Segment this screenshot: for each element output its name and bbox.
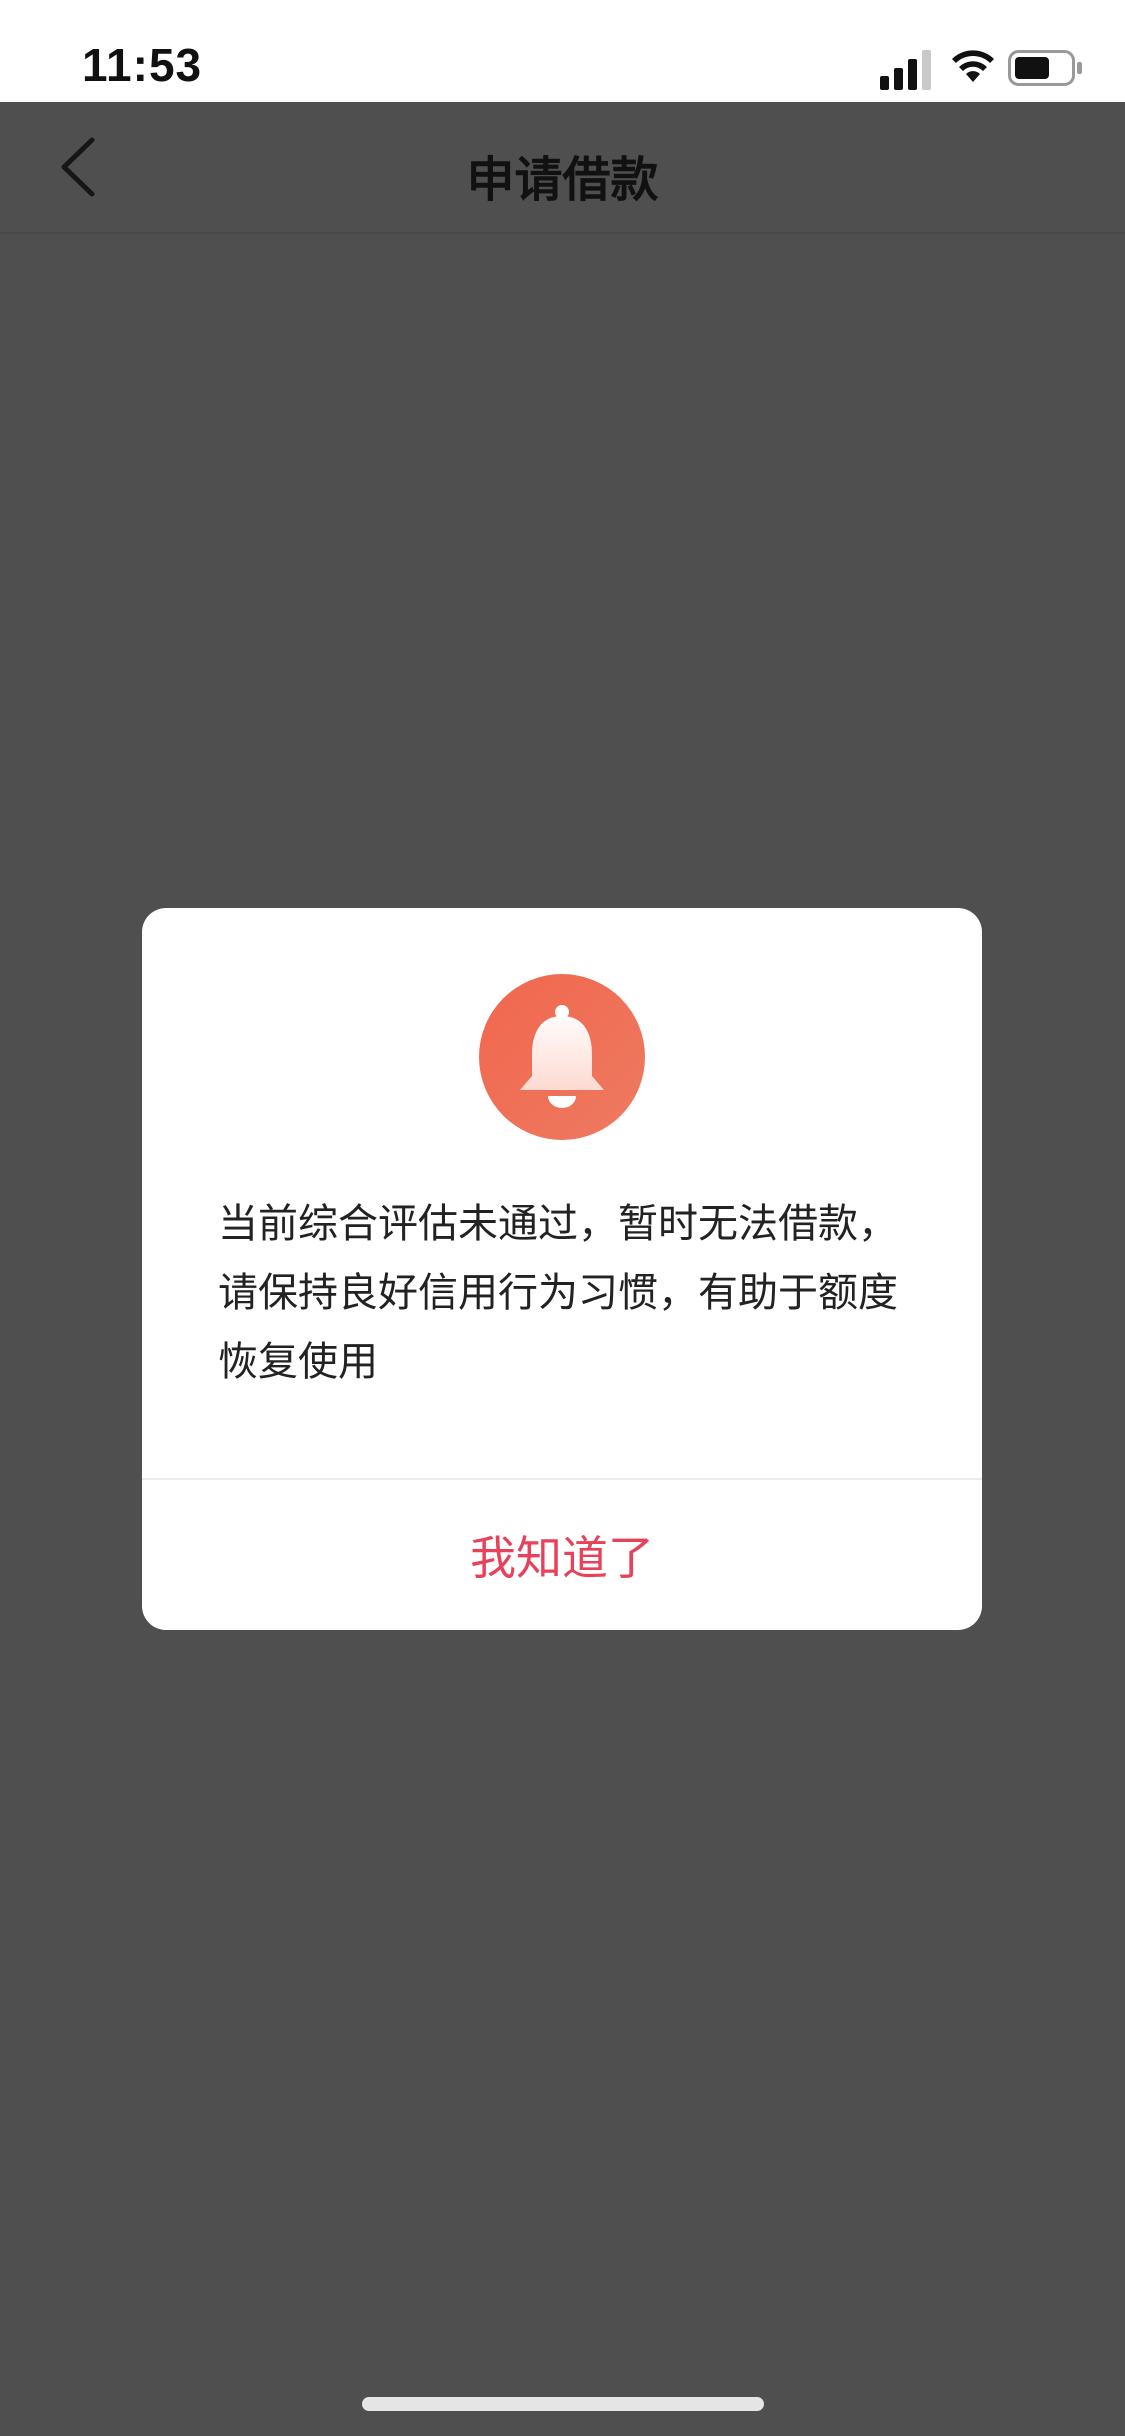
app-screen: 11:53 申请借款 当前综合评估未通过，暂时无法借款，请保持良好信用行为习惯，… xyxy=(0,0,1125,2436)
status-time: 11:53 xyxy=(82,39,203,91)
bell-icon xyxy=(520,1005,604,1108)
wifi-icon xyxy=(952,50,994,82)
bell-badge xyxy=(479,974,645,1140)
home-indicator[interactable] xyxy=(362,2397,764,2411)
nav-bar: 申请借款 xyxy=(0,102,1125,234)
signal-icon xyxy=(880,50,931,90)
status-bar: 11:53 xyxy=(0,0,1125,102)
dialog-message: 当前综合评估未通过，暂时无法借款，请保持良好信用行为习惯，有助于额度恢复使用 xyxy=(218,1201,898,1385)
confirm-button[interactable]: 我知道了 xyxy=(142,1480,982,1630)
battery-icon xyxy=(1008,50,1082,86)
alert-dialog: 当前综合评估未通过，暂时无法借款，请保持良好信用行为习惯，有助于额度恢复使用 我… xyxy=(142,908,982,1630)
page-title: 申请借款 xyxy=(466,152,659,208)
